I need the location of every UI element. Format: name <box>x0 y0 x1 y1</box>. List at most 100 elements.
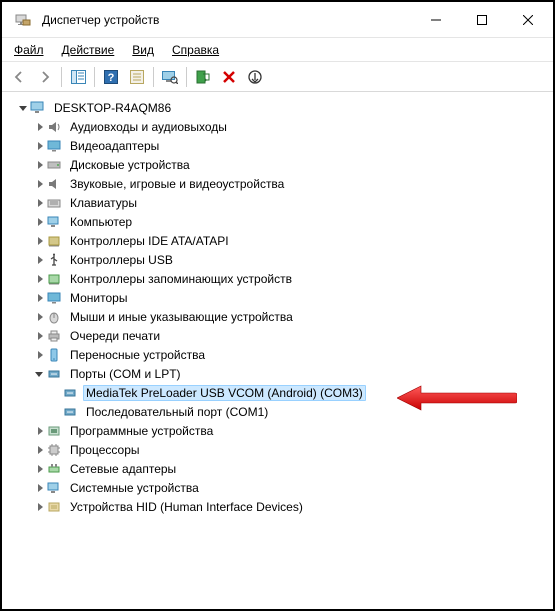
system-device-icon <box>46 480 62 496</box>
menu-action[interactable]: Действие <box>58 41 119 59</box>
tree-label: Видеоадаптеры <box>67 138 162 154</box>
port-icon <box>62 385 78 401</box>
tree-label: Системные устройства <box>67 480 202 496</box>
expand-toggle[interactable] <box>32 424 46 438</box>
tree-label: Порты (COM и LPT) <box>67 366 184 382</box>
expand-toggle[interactable] <box>32 481 46 495</box>
device-tree[interactable]: DESKTOP-R4AQM86 Аудиовходы и аудиовыходы… <box>2 92 553 609</box>
tree-label: Устройства HID (Human Interface Devices) <box>67 499 306 515</box>
svg-text:?: ? <box>108 72 115 84</box>
sound-icon <box>46 176 62 192</box>
tree-item[interactable]: Контроллеры запоминающих устройств <box>6 269 549 288</box>
keyboard-icon <box>46 195 62 211</box>
expand-toggle[interactable] <box>32 158 46 172</box>
port-icon <box>46 366 62 382</box>
expand-toggle[interactable] <box>32 329 46 343</box>
expand-toggle[interactable] <box>32 367 46 381</box>
expand-toggle[interactable] <box>32 120 46 134</box>
tree-item[interactable]: Дисковые устройства <box>6 155 549 174</box>
toolbar: ? <box>2 62 553 92</box>
tree-item[interactable]: Переносные устройства <box>6 345 549 364</box>
back-button[interactable] <box>7 65 31 89</box>
expand-toggle[interactable] <box>16 101 30 115</box>
toolbar-separator <box>61 67 62 87</box>
display-adapter-icon <box>46 138 62 154</box>
tree-item[interactable]: Процессоры <box>6 440 549 459</box>
tree-item-mediatek-port[interactable]: MediaTek PreLoader USB VCOM (Android) (C… <box>6 383 549 402</box>
expand-toggle[interactable] <box>32 348 46 362</box>
toolbar-separator <box>153 67 154 87</box>
network-icon <box>46 461 62 477</box>
show-hide-tree-button[interactable] <box>66 65 90 89</box>
expand-toggle[interactable] <box>32 291 46 305</box>
computer-icon <box>46 214 62 230</box>
forward-button[interactable] <box>33 65 57 89</box>
tree-item[interactable]: Контроллеры USB <box>6 250 549 269</box>
tree-label: Процессоры <box>67 442 143 458</box>
tree-item[interactable]: Программные устройства <box>6 421 549 440</box>
toolbar-separator <box>186 67 187 87</box>
expand-toggle[interactable] <box>32 310 46 324</box>
window-title: Диспетчер устройств <box>42 13 413 27</box>
close-button[interactable] <box>505 4 551 36</box>
scan-hardware-button[interactable] <box>158 65 182 89</box>
tree-item[interactable]: Системные устройства <box>6 478 549 497</box>
disable-button[interactable] <box>243 65 267 89</box>
tree-label: Мониторы <box>67 290 130 306</box>
tree-label: Аудиовходы и аудиовыходы <box>67 119 230 135</box>
tree-item[interactable]: Видеоадаптеры <box>6 136 549 155</box>
expand-toggle[interactable] <box>32 500 46 514</box>
tree-item[interactable]: Аудиовходы и аудиовыходы <box>6 117 549 136</box>
tree-label: Переносные устройства <box>67 347 208 363</box>
tree-root[interactable]: DESKTOP-R4AQM86 <box>6 98 549 117</box>
expand-toggle[interactable] <box>32 177 46 191</box>
expand-toggle[interactable] <box>32 196 46 210</box>
app-icon <box>12 9 34 31</box>
maximize-button[interactable] <box>459 4 505 36</box>
storage-controller-icon <box>46 271 62 287</box>
portable-device-icon <box>46 347 62 363</box>
software-device-icon <box>46 423 62 439</box>
port-icon <box>62 404 78 420</box>
update-driver-button[interactable] <box>191 65 215 89</box>
tree-item[interactable]: Устройства HID (Human Interface Devices) <box>6 497 549 516</box>
tree-item[interactable]: Очереди печати <box>6 326 549 345</box>
menu-view[interactable]: Вид <box>128 41 158 59</box>
disk-icon <box>46 157 62 173</box>
menubar: Файл Действие Вид Справка <box>2 38 553 62</box>
tree-label: Программные устройства <box>67 423 216 439</box>
expand-toggle[interactable] <box>32 443 46 457</box>
tree-item[interactable]: Мыши и иные указывающие устройства <box>6 307 549 326</box>
expand-toggle[interactable] <box>32 272 46 286</box>
tree-label: Контроллеры USB <box>67 252 176 268</box>
expand-toggle[interactable] <box>32 462 46 476</box>
properties-button[interactable] <box>125 65 149 89</box>
tree-item-serial-port[interactable]: Последовательный порт (COM1) <box>6 402 549 421</box>
ide-controller-icon <box>46 233 62 249</box>
hid-icon <box>46 499 62 515</box>
uninstall-button[interactable] <box>217 65 241 89</box>
expand-toggle[interactable] <box>32 253 46 267</box>
menu-help[interactable]: Справка <box>168 41 223 59</box>
tree-item[interactable]: Звуковые, игровые и видеоустройства <box>6 174 549 193</box>
computer-icon <box>30 100 46 116</box>
print-queue-icon <box>46 328 62 344</box>
expand-toggle[interactable] <box>32 215 46 229</box>
device-manager-window: { "title": "Диспетчер устройств", "menus… <box>2 2 553 609</box>
help-button[interactable]: ? <box>99 65 123 89</box>
minimize-button[interactable] <box>413 4 459 36</box>
titlebar: Диспетчер устройств <box>2 2 553 38</box>
menu-file[interactable]: Файл <box>10 41 48 59</box>
tree-label: Контроллеры IDE ATA/ATAPI <box>67 233 232 249</box>
expand-toggle[interactable] <box>32 139 46 153</box>
tree-item[interactable]: Мониторы <box>6 288 549 307</box>
tree-item-ports[interactable]: Порты (COM и LPT) <box>6 364 549 383</box>
tree-item[interactable]: Клавиатуры <box>6 193 549 212</box>
tree-item[interactable]: Сетевые адаптеры <box>6 459 549 478</box>
tree-label: Контроллеры запоминающих устройств <box>67 271 295 287</box>
tree-item[interactable]: Контроллеры IDE ATA/ATAPI <box>6 231 549 250</box>
tree-item[interactable]: Компьютер <box>6 212 549 231</box>
mouse-icon <box>46 309 62 325</box>
expand-toggle[interactable] <box>32 234 46 248</box>
usb-icon <box>46 252 62 268</box>
